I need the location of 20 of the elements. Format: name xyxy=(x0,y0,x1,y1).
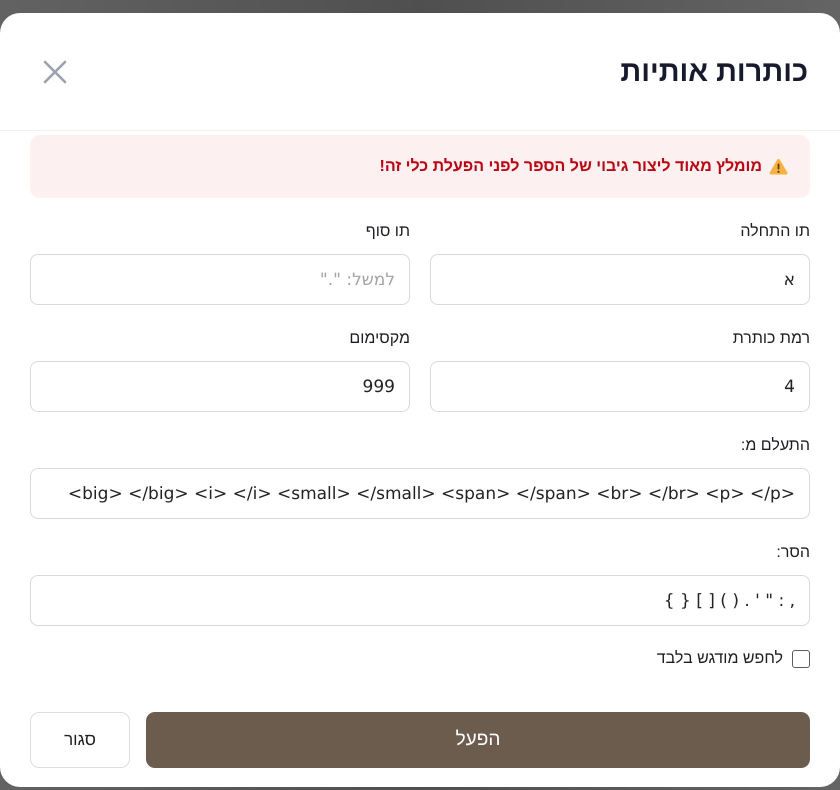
field-label: תו התחלה xyxy=(740,222,810,242)
run-button[interactable]: הפעל xyxy=(146,712,810,768)
input-field[interactable]: 4 xyxy=(430,361,810,412)
close-icon[interactable] xyxy=(42,58,68,84)
checkbox-label: לחפש מודגש בלבד xyxy=(656,650,783,668)
input-field[interactable]: 999 xyxy=(30,361,410,412)
input-field[interactable]: למשל: "." xyxy=(30,254,410,305)
input-field[interactable]: א xyxy=(430,254,810,305)
checkbox[interactable] xyxy=(792,650,810,668)
dialog-title: כותרות אותיות xyxy=(620,54,808,90)
field-label: מקסימום xyxy=(349,329,410,349)
field-label: תו סוף xyxy=(366,222,410,242)
input-field[interactable]: { } [ ] ( ) . ' " : , xyxy=(30,575,810,626)
warning-text: מומלץ מאוד ליצור גיבוי של הספר לפני הפעלת כלי זה! xyxy=(380,158,762,176)
input-field[interactable]: <big> </big> <i> </i> <small> </small> <span> </span> <br> </br> <p> </p> xyxy=(30,468,810,519)
warning-icon xyxy=(769,158,788,175)
field-label: רמת כותרת xyxy=(732,329,810,349)
field-label: התעלם מ: xyxy=(740,436,810,456)
field-label: הסר: xyxy=(776,543,810,563)
close-dialog-button[interactable]: סגור xyxy=(30,712,130,768)
